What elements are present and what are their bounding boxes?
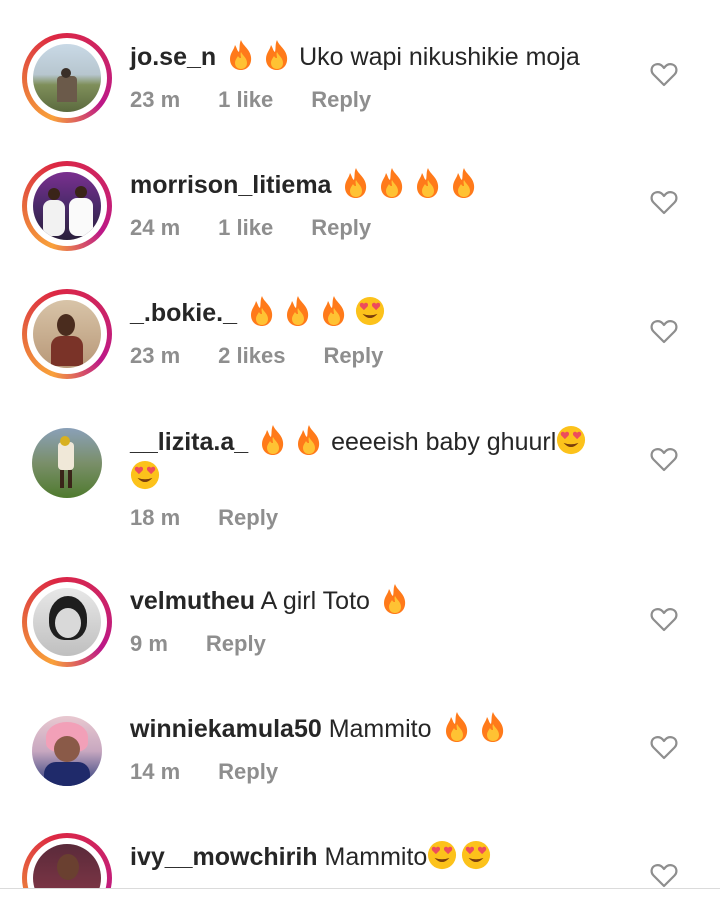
heart-outline-icon[interactable] [650,862,678,888]
comment-item: ivy__mowchirih Mammito [0,0,720,888]
comment-username[interactable]: ivy__mowchirih [130,843,318,871]
bottom-divider [0,888,720,889]
heart-eyes-emoji-icon [461,839,491,871]
avatar-story-ring[interactable] [22,833,112,888]
comment-text: ivy__mowchirih Mammito [130,839,640,874]
heart-eyes-emoji-icon [427,839,457,871]
comment-body: Mammito [324,843,428,871]
